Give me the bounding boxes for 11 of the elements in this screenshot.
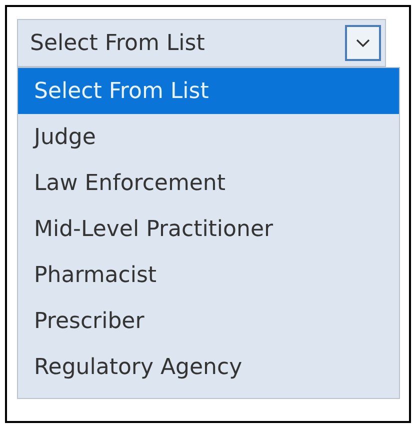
option-item[interactable]: Prescriber	[18, 298, 399, 344]
option-item[interactable]: Select From List	[18, 68, 399, 114]
select-field[interactable]: Select From List	[17, 19, 386, 67]
dropdown-button[interactable]	[345, 25, 381, 61]
chevron-down-icon	[356, 38, 370, 48]
option-item[interactable]: Pharmacist	[18, 252, 399, 298]
option-item[interactable]: Regulatory Agency	[18, 344, 399, 390]
option-item[interactable]: Mid-Level Practitioner	[18, 206, 399, 252]
option-item[interactable]: Law Enforcement	[18, 160, 399, 206]
select-value: Select From List	[30, 30, 206, 58]
option-item[interactable]: Judge	[18, 114, 399, 160]
